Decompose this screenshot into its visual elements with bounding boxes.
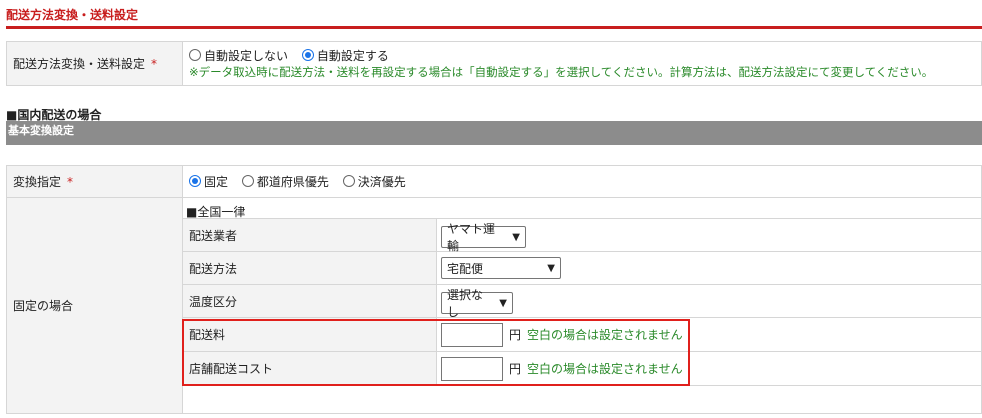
radio-payment-priority[interactable]: 決済優先 [342, 173, 406, 190]
radio-auto-on-circle[interactable] [301, 49, 314, 62]
carrier-label: 配送業者 [182, 218, 437, 252]
store-cost-note: 空白の場合は設定されません [527, 362, 683, 376]
radio-prefecture-priority[interactable]: 都道府県優先 [241, 173, 329, 190]
chevron-down-icon: ▼ [499, 297, 507, 309]
temperature-value-cell: 選択なし ▼ [436, 284, 982, 319]
method-select[interactable]: 宅配便 ▼ [441, 257, 561, 279]
radio-payment-label: 決済優先 [357, 174, 406, 189]
radio-auto-off-label: 自動設定しない [204, 48, 289, 63]
chevron-down-icon: ▼ [547, 262, 555, 274]
radio-prefecture-circle[interactable] [241, 175, 254, 188]
fixed-label-cell: 固定の場合 [6, 197, 183, 414]
conversion-label: 変換指定 [13, 175, 62, 189]
required-mark: * [67, 175, 74, 189]
temperature-select[interactable]: 選択なし ▼ [441, 288, 513, 319]
store-cost-input[interactable] [441, 356, 503, 381]
carrier-select[interactable]: ヤマト運輸 ▼ [441, 222, 526, 253]
auto-setting-label-cell: 配送方法変換・送料設定 * [6, 41, 183, 86]
radio-auto-on-label: 自動設定する [316, 48, 389, 63]
method-label: 配送方法 [182, 251, 437, 285]
auto-setting-label: 配送方法変換・送料設定 [13, 57, 146, 71]
method-value-cell: 宅配便 ▼ [436, 251, 982, 285]
conversion-value-cell: 固定 都道府県優先 決済優先 [182, 165, 982, 198]
radio-prefecture-label: 都道府県優先 [256, 174, 329, 189]
shipping-fee-label: 配送料 [182, 317, 437, 352]
radio-auto-off[interactable]: 自動設定しない [189, 47, 288, 64]
store-cost-unit: 円 [509, 362, 522, 376]
auto-setting-note: ※データ取込時に配送方法・送料を再設定する場合は「自動設定する」を選択してくださ… [189, 65, 934, 80]
required-mark: * [151, 57, 158, 71]
carrier-select-value: ヤマト運輸 [447, 222, 496, 253]
carrier-value-cell: ヤマト運輸 ▼ [436, 218, 982, 253]
shipping-fee-unit: 円 [509, 328, 522, 342]
radio-fixed-label: 固定 [204, 174, 229, 189]
store-cost-label: 店舗配送コスト [182, 351, 437, 386]
shipping-fee-value-cell: 円空白の場合は設定されません [436, 317, 982, 352]
page-title: 配送方法変換・送料設定 [6, 8, 139, 22]
fixed-label: 固定の場合 [13, 299, 74, 313]
method-select-value: 宅配便 [447, 261, 484, 276]
title-divider [6, 26, 982, 29]
radio-fixed[interactable]: 固定 [189, 173, 228, 190]
basic-conversion-bar: 基本変換設定 [6, 121, 982, 145]
conversion-label-cell: 変換指定 * [6, 165, 183, 198]
radio-auto-on[interactable]: 自動設定する [301, 47, 389, 64]
temperature-label: 温度区分 [182, 284, 437, 318]
store-cost-value-cell: 円空白の場合は設定されません [436, 351, 982, 386]
auto-setting-table: 配送方法変換・送料設定 * 自動設定しない 自動設定する ※データ取込時に配送方法… [6, 41, 982, 86]
radio-auto-off-circle[interactable] [189, 49, 201, 62]
chevron-down-icon: ▼ [512, 231, 520, 243]
radio-payment-circle[interactable] [342, 175, 355, 188]
temperature-select-value: 選択なし [447, 288, 484, 319]
shipping-fee-input[interactable] [441, 322, 503, 347]
auto-setting-value-cell: 自動設定しない 自動設定する ※データ取込時に配送方法・送料を再設定する場合は「… [182, 41, 982, 86]
shipping-fee-note: 空白の場合は設定されません [527, 328, 683, 342]
fixed-settings-table: 配送業者 ヤマト運輸 ▼ 配送方法 宅配便 ▼ 温度区分 選択なし ▼ 配送料 [182, 218, 982, 386]
radio-fixed-circle[interactable] [189, 175, 201, 188]
